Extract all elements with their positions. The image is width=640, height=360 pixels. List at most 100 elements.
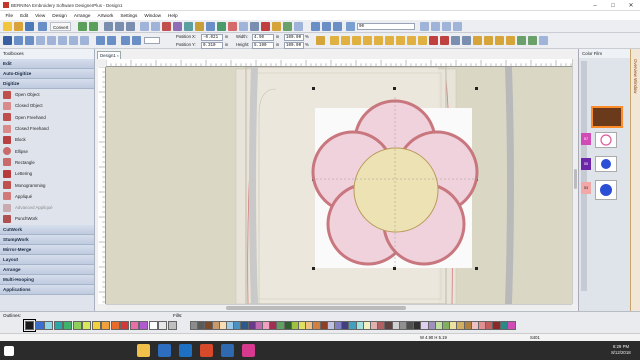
color-film-scrollbar[interactable] xyxy=(581,61,587,291)
color-swatch-1[interactable] xyxy=(23,319,36,332)
film-item-background[interactable] xyxy=(591,106,623,128)
handle-tr[interactable] xyxy=(475,87,478,90)
flip-icon[interactable] xyxy=(132,36,141,45)
resequence-icon[interactable] xyxy=(47,36,56,45)
category-arrange[interactable]: Arrange xyxy=(0,264,94,275)
category-cutwork[interactable]: CutWork xyxy=(0,224,94,235)
color-swatch-14[interactable] xyxy=(148,321,158,330)
lock-proportions-icon[interactable] xyxy=(316,36,325,45)
fit-icon[interactable] xyxy=(420,22,429,31)
category-multi-hooping[interactable]: Multi-Hooping xyxy=(0,274,94,285)
film-color-53[interactable]: 53 xyxy=(581,182,591,194)
angle-icon[interactable] xyxy=(506,36,515,45)
outline-icon[interactable] xyxy=(429,36,438,45)
paste-icon[interactable] xyxy=(126,22,135,31)
color-swatch-16[interactable] xyxy=(167,321,177,330)
windows-start-icon[interactable] xyxy=(4,346,14,356)
edge-icon[interactable] xyxy=(158,344,171,357)
properties-icon[interactable] xyxy=(206,22,215,31)
tool-ellipse[interactable]: Ellipse xyxy=(0,145,94,156)
film-color-57[interactable]: 57 xyxy=(581,133,591,145)
undo-icon[interactable] xyxy=(78,22,87,31)
film-thumb-57[interactable] xyxy=(595,132,617,148)
category-auto-digitize[interactable]: Auto-Digitize xyxy=(0,69,94,79)
width-field[interactable]: 4.90 xyxy=(252,34,274,41)
export-icon[interactable] xyxy=(250,22,259,31)
grid-icon[interactable] xyxy=(151,22,160,31)
mirror-icon[interactable] xyxy=(121,36,130,45)
tool-applique[interactable]: Appliqué xyxy=(0,191,94,202)
category-mirror-merge[interactable]: Mirror-Merge xyxy=(0,244,94,255)
color-swatch-12[interactable] xyxy=(129,321,139,330)
handle-bc[interactable] xyxy=(393,267,396,270)
save-icon[interactable] xyxy=(25,22,34,31)
film-thumb-53[interactable] xyxy=(595,180,617,200)
category-digitize[interactable]: Digitize xyxy=(0,79,94,89)
menu-arrange[interactable]: Arrange xyxy=(70,13,94,18)
tool-closed-freehand[interactable]: Closed Freehand xyxy=(0,123,94,134)
motif-icon[interactable] xyxy=(374,36,383,45)
horizontal-scrollbar[interactable] xyxy=(106,304,572,311)
menu-window[interactable]: Window xyxy=(141,13,165,18)
select-arrow-icon[interactable] xyxy=(3,36,12,45)
tie-icon[interactable] xyxy=(462,36,471,45)
color-swatch-10[interactable] xyxy=(110,321,120,330)
category-applications[interactable]: Applications xyxy=(0,284,94,295)
tool-rectangle[interactable]: Rectangle xyxy=(0,157,94,168)
file-explorer-icon[interactable] xyxy=(137,344,150,357)
open-icon[interactable] xyxy=(14,22,23,31)
maximize-button[interactable]: □ xyxy=(604,0,622,11)
rotate-left-icon[interactable] xyxy=(96,36,105,45)
menu-help[interactable]: Help xyxy=(165,13,182,18)
design-canvas[interactable] xyxy=(106,67,572,304)
copy-icon[interactable] xyxy=(115,22,124,31)
zoom-field[interactable]: 90 xyxy=(357,23,415,30)
tool-closed-object[interactable]: Closed Object xyxy=(0,100,94,111)
category-layout[interactable]: Layout xyxy=(0,254,94,265)
close-button[interactable]: ✕ xyxy=(622,0,640,11)
menu-artwork[interactable]: Artwork xyxy=(94,13,117,18)
color-swatch-3[interactable] xyxy=(44,321,53,330)
tool-monogramming[interactable]: Monogramming xyxy=(0,179,94,190)
redo-icon[interactable] xyxy=(89,22,98,31)
threads-icon[interactable] xyxy=(195,22,204,31)
ripple-icon[interactable] xyxy=(407,36,416,45)
menu-view[interactable]: View xyxy=(32,13,49,18)
menu-file[interactable]: File xyxy=(2,13,17,18)
polygon-select-icon[interactable] xyxy=(14,36,23,45)
satin-icon[interactable] xyxy=(330,36,339,45)
cross-stitch-icon[interactable] xyxy=(396,36,405,45)
menu-edit[interactable]: Edit xyxy=(17,13,32,18)
film-thumb-55[interactable] xyxy=(595,156,617,172)
fabric-icon[interactable] xyxy=(239,22,248,31)
color-swatch-2[interactable] xyxy=(34,321,44,330)
radial-icon[interactable] xyxy=(418,36,427,45)
height-field[interactable]: 5.190 xyxy=(252,42,274,49)
scale-width-field[interactable]: 100.00 xyxy=(284,34,304,41)
blackwork-icon[interactable] xyxy=(517,36,526,45)
pan-icon[interactable] xyxy=(431,22,440,31)
new-design-icon[interactable] xyxy=(3,22,12,31)
color-swatch-13[interactable] xyxy=(139,321,148,330)
contour-icon[interactable] xyxy=(385,36,394,45)
rotate-right-icon[interactable] xyxy=(107,36,116,45)
ungroup-icon[interactable] xyxy=(69,36,78,45)
fancy-fill-icon[interactable] xyxy=(363,36,372,45)
powerpoint-icon[interactable] xyxy=(200,344,213,357)
color-swatch-8[interactable] xyxy=(91,321,101,330)
tool-open-object[interactable]: Open Object xyxy=(0,89,94,100)
word-icon[interactable] xyxy=(179,344,192,357)
film-color-55[interactable]: 55 xyxy=(581,158,591,170)
hoop-icon[interactable] xyxy=(173,22,182,31)
show-hide-icon[interactable] xyxy=(228,22,237,31)
handle-tc[interactable] xyxy=(393,87,396,90)
color-swatch-11[interactable] xyxy=(120,321,129,330)
menu-design[interactable]: Design xyxy=(49,13,71,18)
color-wheel-icon[interactable] xyxy=(184,22,193,31)
measure-icon[interactable] xyxy=(217,22,226,31)
underlay-icon[interactable] xyxy=(473,36,482,45)
vscroll-thumb[interactable] xyxy=(574,169,577,189)
app-icon-blue[interactable] xyxy=(221,344,234,357)
zoom-search-icon[interactable] xyxy=(346,22,355,31)
category-edit[interactable]: Edit xyxy=(0,59,94,69)
